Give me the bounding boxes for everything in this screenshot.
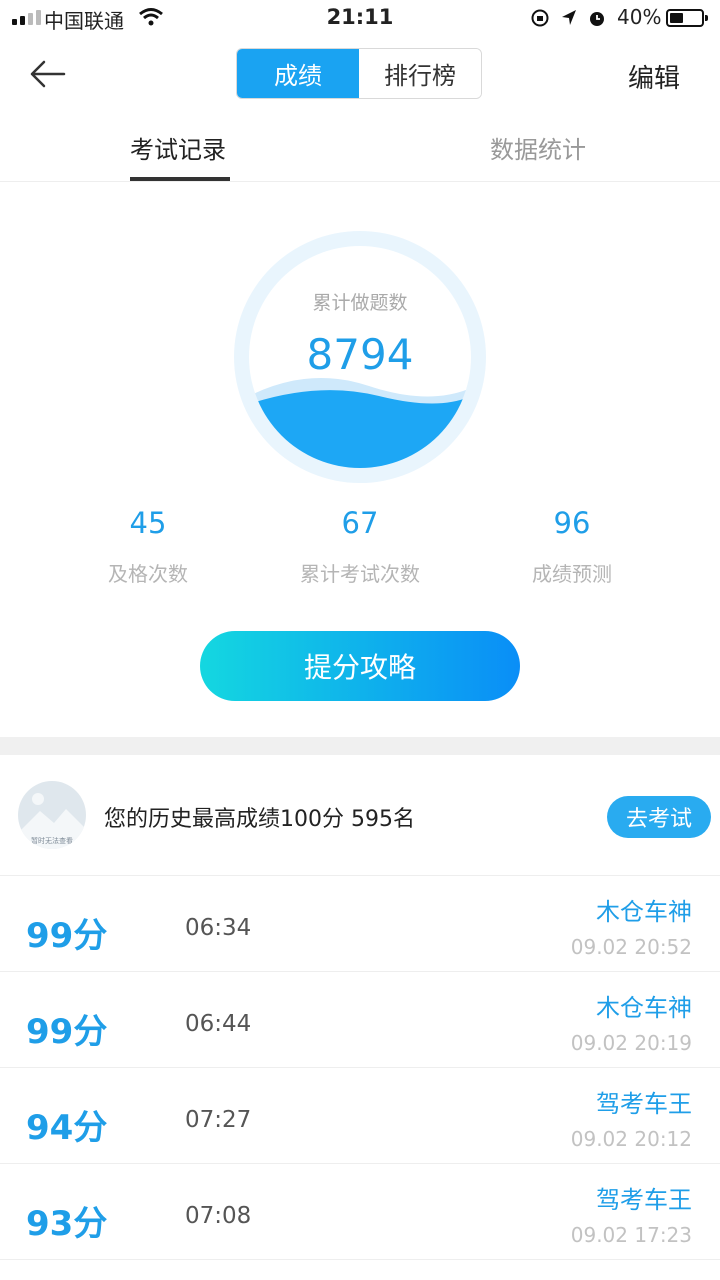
list-item[interactable]: 94分 07:27 驾考车王 09.02 20:12 [0,1068,720,1163]
location-icon [562,10,576,25]
stat-label: 成绩预测 [532,562,612,586]
list-item[interactable]: 93分 07:08 驾考车王 09.02 17:23 [0,1164,720,1259]
record-duration: 06:34 [185,915,252,941]
record-duration: 07:27 [185,1107,252,1133]
record-username: 驾考车王 [596,1090,692,1118]
total-questions-value: 8794 [306,330,414,379]
battery-icon [666,9,708,27]
divider [0,1259,720,1260]
record-score: 94分 [26,1108,108,1148]
tab-ranking[interactable]: 排行榜 [359,49,481,98]
record-score: 99分 [26,916,108,956]
stat-value: 96 [553,506,591,540]
tab-exam-records[interactable]: 考试记录 [130,130,226,165]
boost-strategy-button[interactable]: 提分攻略 [200,631,520,701]
orientation-lock-icon [531,9,549,27]
back-arrow-icon[interactable] [28,56,68,92]
record-score: 93分 [26,1204,108,1244]
list-item[interactable]: 99分 06:34 木仓车神 09.02 20:52 [0,876,720,971]
avatar-caption: 暂时无法查看 [31,836,73,845]
stat-exam-count: 67 累计考试次数 [260,506,460,587]
battery-percent: 40% [617,5,662,29]
stat-score-prediction: 96 成绩预测 [472,506,672,587]
stat-value: 67 [341,506,379,540]
record-username: 木仓车神 [596,994,692,1022]
record-score: 99分 [26,1012,108,1052]
status-time: 21:11 [326,5,394,29]
record-username: 驾考车王 [596,1186,692,1214]
take-exam-button[interactable]: 去考试 [607,796,711,838]
image-placeholder-icon: 暂时无法查看 [18,793,86,849]
edit-button[interactable]: 编辑 [628,58,680,95]
record-date: 09.02 17:23 [570,1223,692,1247]
segmented-control: 成绩 排行榜 [236,48,482,99]
best-score-text: 您的历史最高成绩100分 595名 [104,807,415,832]
divider [0,181,720,182]
record-duration: 07:08 [185,1203,252,1229]
avatar: 暂时无法查看 [18,781,86,849]
tab-scores[interactable]: 成绩 [237,49,359,98]
status-bar: 中国联通 21:11 40% [0,0,720,36]
stat-label: 累计考试次数 [300,562,420,586]
list-item[interactable]: 99分 06:44 木仓车神 09.02 20:19 [0,972,720,1067]
tab-data-statistics[interactable]: 数据统计 [490,130,586,165]
stat-value: 45 [129,506,167,540]
record-date: 09.02 20:12 [570,1127,692,1151]
stat-label: 及格次数 [108,562,188,586]
record-date: 09.02 20:19 [570,1031,692,1055]
record-date: 09.02 20:52 [570,935,692,959]
section-gap [0,737,720,755]
record-duration: 06:44 [185,1011,252,1037]
record-username: 木仓车神 [596,898,692,926]
stat-pass-count: 45 及格次数 [48,506,248,587]
total-questions-label: 累计做题数 [312,292,408,314]
alarm-icon [590,12,604,26]
